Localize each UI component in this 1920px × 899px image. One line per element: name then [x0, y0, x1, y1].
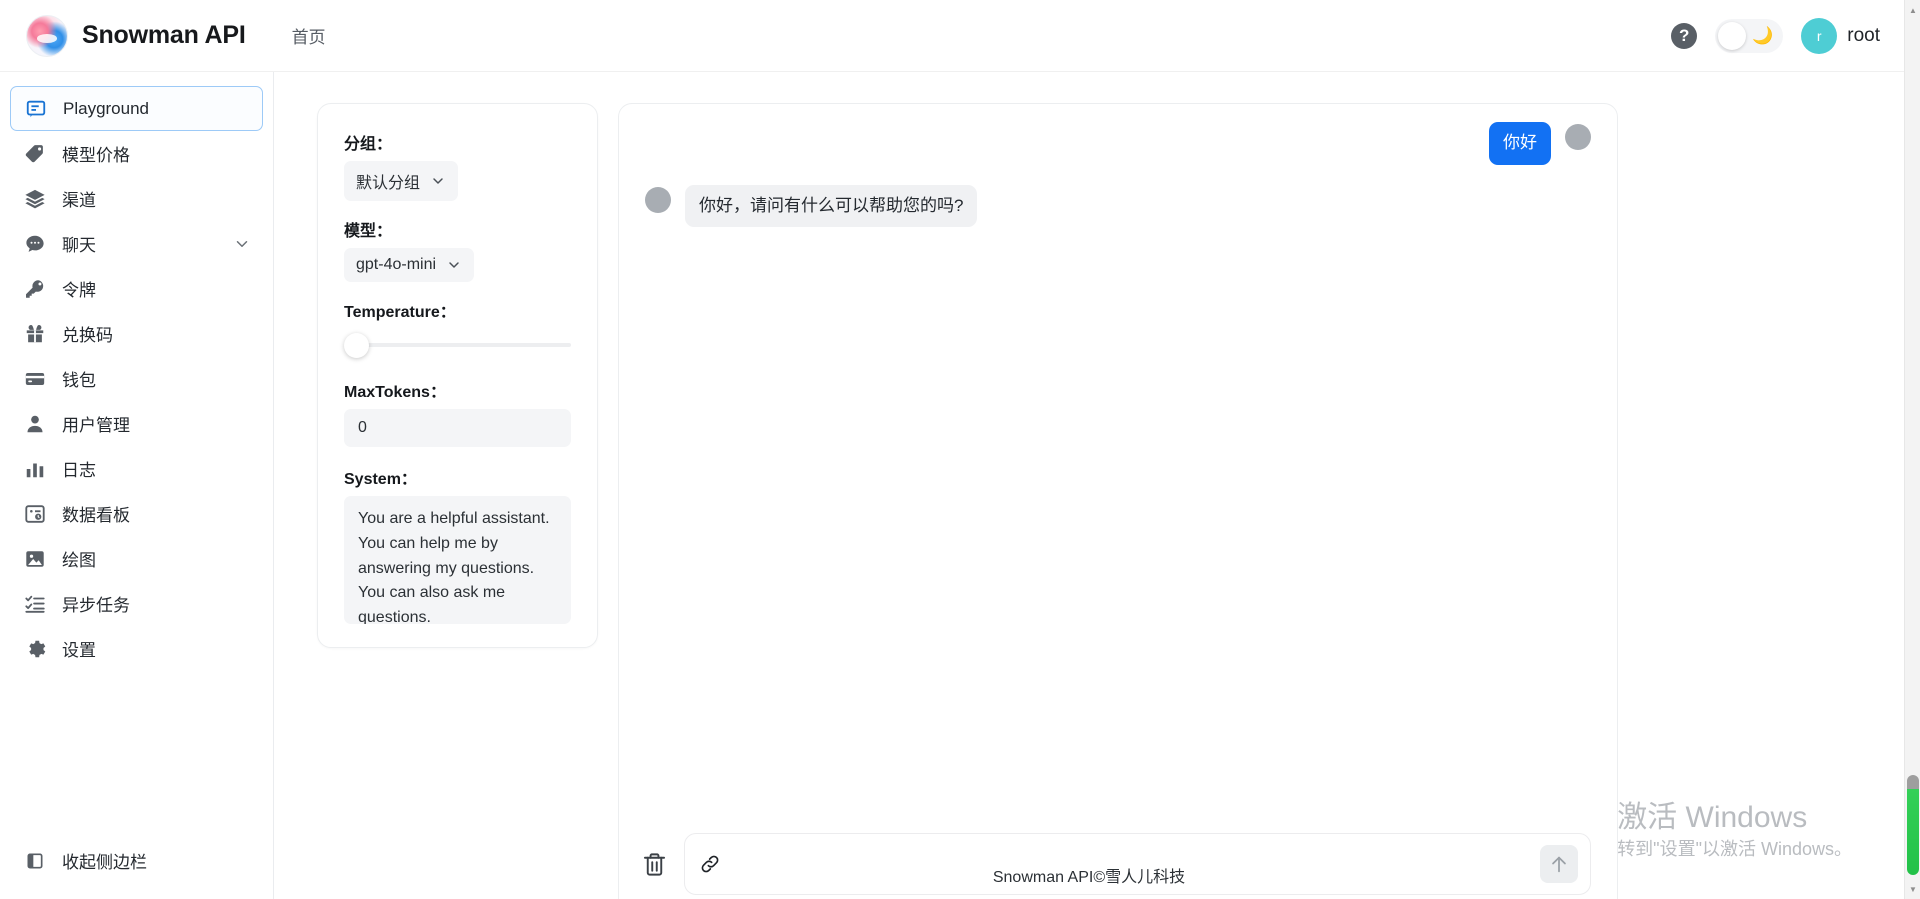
scroll-down-arrow-icon[interactable]: ▼ — [1905, 881, 1920, 897]
sidebar-item-wallet[interactable]: 钱包 — [10, 356, 263, 401]
sidebar-item-label: 令牌 — [62, 281, 96, 300]
sidebar-item-label: 兑换码 — [62, 326, 113, 345]
temperature-slider[interactable] — [344, 330, 571, 360]
model-label: 模型： — [344, 223, 393, 240]
theme-toggle[interactable]: 🌙 — [1715, 18, 1784, 53]
checklist-icon — [22, 591, 48, 617]
sidebar-item-user-management[interactable]: 用户管理 — [10, 401, 263, 446]
app-header: Snowman API 首页 ? 🌙 r root — [0, 0, 1904, 72]
theme-toggle-knob — [1718, 21, 1747, 50]
dashboard-icon — [22, 501, 48, 527]
chat-bubble-icon — [22, 231, 48, 257]
group-label: 分组： — [344, 136, 393, 153]
nav-home-link[interactable]: 首页 — [292, 23, 326, 48]
user-menu[interactable]: r root — [1801, 17, 1880, 54]
brand[interactable]: Snowman API — [26, 14, 246, 57]
sidebar-item-redeem-code[interactable]: 兑换码 — [10, 311, 263, 356]
app-root: Snowman API 首页 ? 🌙 r root Playground 模型价… — [0, 0, 1920, 899]
sidebar-item-label: 日志 — [62, 461, 96, 480]
sidebar-item-model-pricing[interactable]: 模型价格 — [10, 131, 263, 176]
playground-settings-card: 分组： 默认分组 模型： gpt-4o-mini Temperature： Ma… — [317, 103, 598, 648]
model-select[interactable]: gpt-4o-mini — [344, 248, 475, 282]
chat-message-list: 你好 你好，请问有什么可以帮助您的吗? — [619, 104, 1617, 816]
sidebar-item-dashboard[interactable]: 数据看板 — [10, 491, 263, 536]
sidebar-item-label: 用户管理 — [62, 416, 130, 435]
system-label: System： — [344, 471, 417, 488]
sidebar-item-settings[interactable]: 设置 — [10, 626, 263, 671]
sidebar-item-drawing[interactable]: 绘图 — [10, 536, 263, 581]
avatar: r — [1801, 17, 1838, 54]
scrollbar-thumb[interactable] — [1907, 775, 1919, 875]
sidebar-item-async-tasks[interactable]: 异步任务 — [10, 581, 263, 626]
snowman-logo-icon — [26, 14, 68, 57]
slider-track — [346, 343, 571, 347]
header-actions: ? 🌙 r root — [1671, 17, 1880, 54]
model-select-value: gpt-4o-mini — [356, 256, 437, 273]
panel-collapse-icon — [22, 848, 48, 874]
username-label: root — [1847, 24, 1880, 46]
sidebar-item-label: 数据看板 — [62, 506, 130, 525]
chevron-down-icon — [430, 173, 446, 189]
chevron-down-icon — [446, 257, 462, 273]
tag-icon — [22, 141, 48, 167]
chat-message-user: 你好 — [645, 122, 1591, 165]
sidebar-item-chat[interactable]: 聊天 — [10, 221, 263, 266]
layers-icon — [22, 186, 48, 212]
scroll-up-arrow-icon[interactable]: ▲ — [1905, 2, 1920, 18]
chat-message-assistant: 你好，请问有什么可以帮助您的吗? — [645, 184, 1591, 228]
sidebar-item-label: 模型价格 — [62, 146, 130, 165]
message-bubble: 你好 — [1489, 122, 1551, 165]
sidebar-collapse-label: 收起侧边栏 — [62, 853, 147, 872]
maxtokens-input[interactable] — [344, 409, 571, 447]
gift-icon — [22, 321, 48, 347]
key-icon — [22, 276, 48, 302]
bar-chart-icon — [22, 456, 48, 482]
chat-box-icon — [23, 96, 49, 122]
maxtokens-label: MaxTokens： — [344, 384, 446, 401]
chat-panel: 你好 你好，请问有什么可以帮助您的吗? — [618, 103, 1618, 899]
sidebar-footer: 收起侧边栏 — [0, 838, 273, 883]
user-icon — [22, 411, 48, 437]
main-content: 分组： 默认分组 模型： gpt-4o-mini Temperature： Ma… — [274, 72, 1904, 899]
sidebar-item-label: 聊天 — [62, 236, 96, 255]
slider-thumb[interactable] — [344, 333, 369, 358]
moon-icon: 🌙 — [1752, 26, 1774, 45]
sidebar-item-label: Playground — [63, 98, 150, 118]
sidebar: Playground 模型价格 渠道 聊天 令牌 兑换码 钱包 用户管理 日志 … — [0, 72, 274, 899]
sidebar-item-label: 渠道 — [62, 191, 96, 210]
sidebar-item-logs[interactable]: 日志 — [10, 446, 263, 491]
avatar — [1565, 124, 1591, 150]
sidebar-item-label: 钱包 — [62, 371, 96, 390]
sidebar-item-label: 绘图 — [62, 551, 96, 570]
page-scrollbar[interactable]: ▲ ▼ — [1904, 0, 1920, 899]
group-select-value: 默认分组 — [356, 175, 421, 192]
wallet-icon — [22, 366, 48, 392]
sidebar-item-label: 设置 — [62, 641, 96, 660]
gear-icon — [22, 636, 48, 662]
sidebar-collapse-button[interactable]: 收起侧边栏 — [10, 838, 263, 883]
message-bubble: 你好，请问有什么可以帮助您的吗? — [685, 184, 978, 228]
chevron-down-icon[interactable] — [233, 235, 251, 253]
sidebar-item-channels[interactable]: 渠道 — [10, 176, 263, 221]
temperature-label: Temperature： — [344, 304, 456, 321]
sidebar-item-tokens[interactable]: 令牌 — [10, 266, 263, 311]
image-icon — [22, 546, 48, 572]
sidebar-item-label: 异步任务 — [62, 596, 130, 615]
help-icon[interactable]: ? — [1671, 22, 1698, 49]
page-footer: Snowman API©雪人儿科技 — [992, 869, 1186, 886]
brand-title: Snowman API — [82, 21, 246, 49]
sidebar-item-playground[interactable]: Playground — [10, 86, 263, 131]
group-select[interactable]: 默认分组 — [344, 161, 459, 201]
avatar — [645, 186, 671, 213]
system-prompt-textarea[interactable]: You are a helpful assistant. You can hel… — [344, 496, 571, 624]
